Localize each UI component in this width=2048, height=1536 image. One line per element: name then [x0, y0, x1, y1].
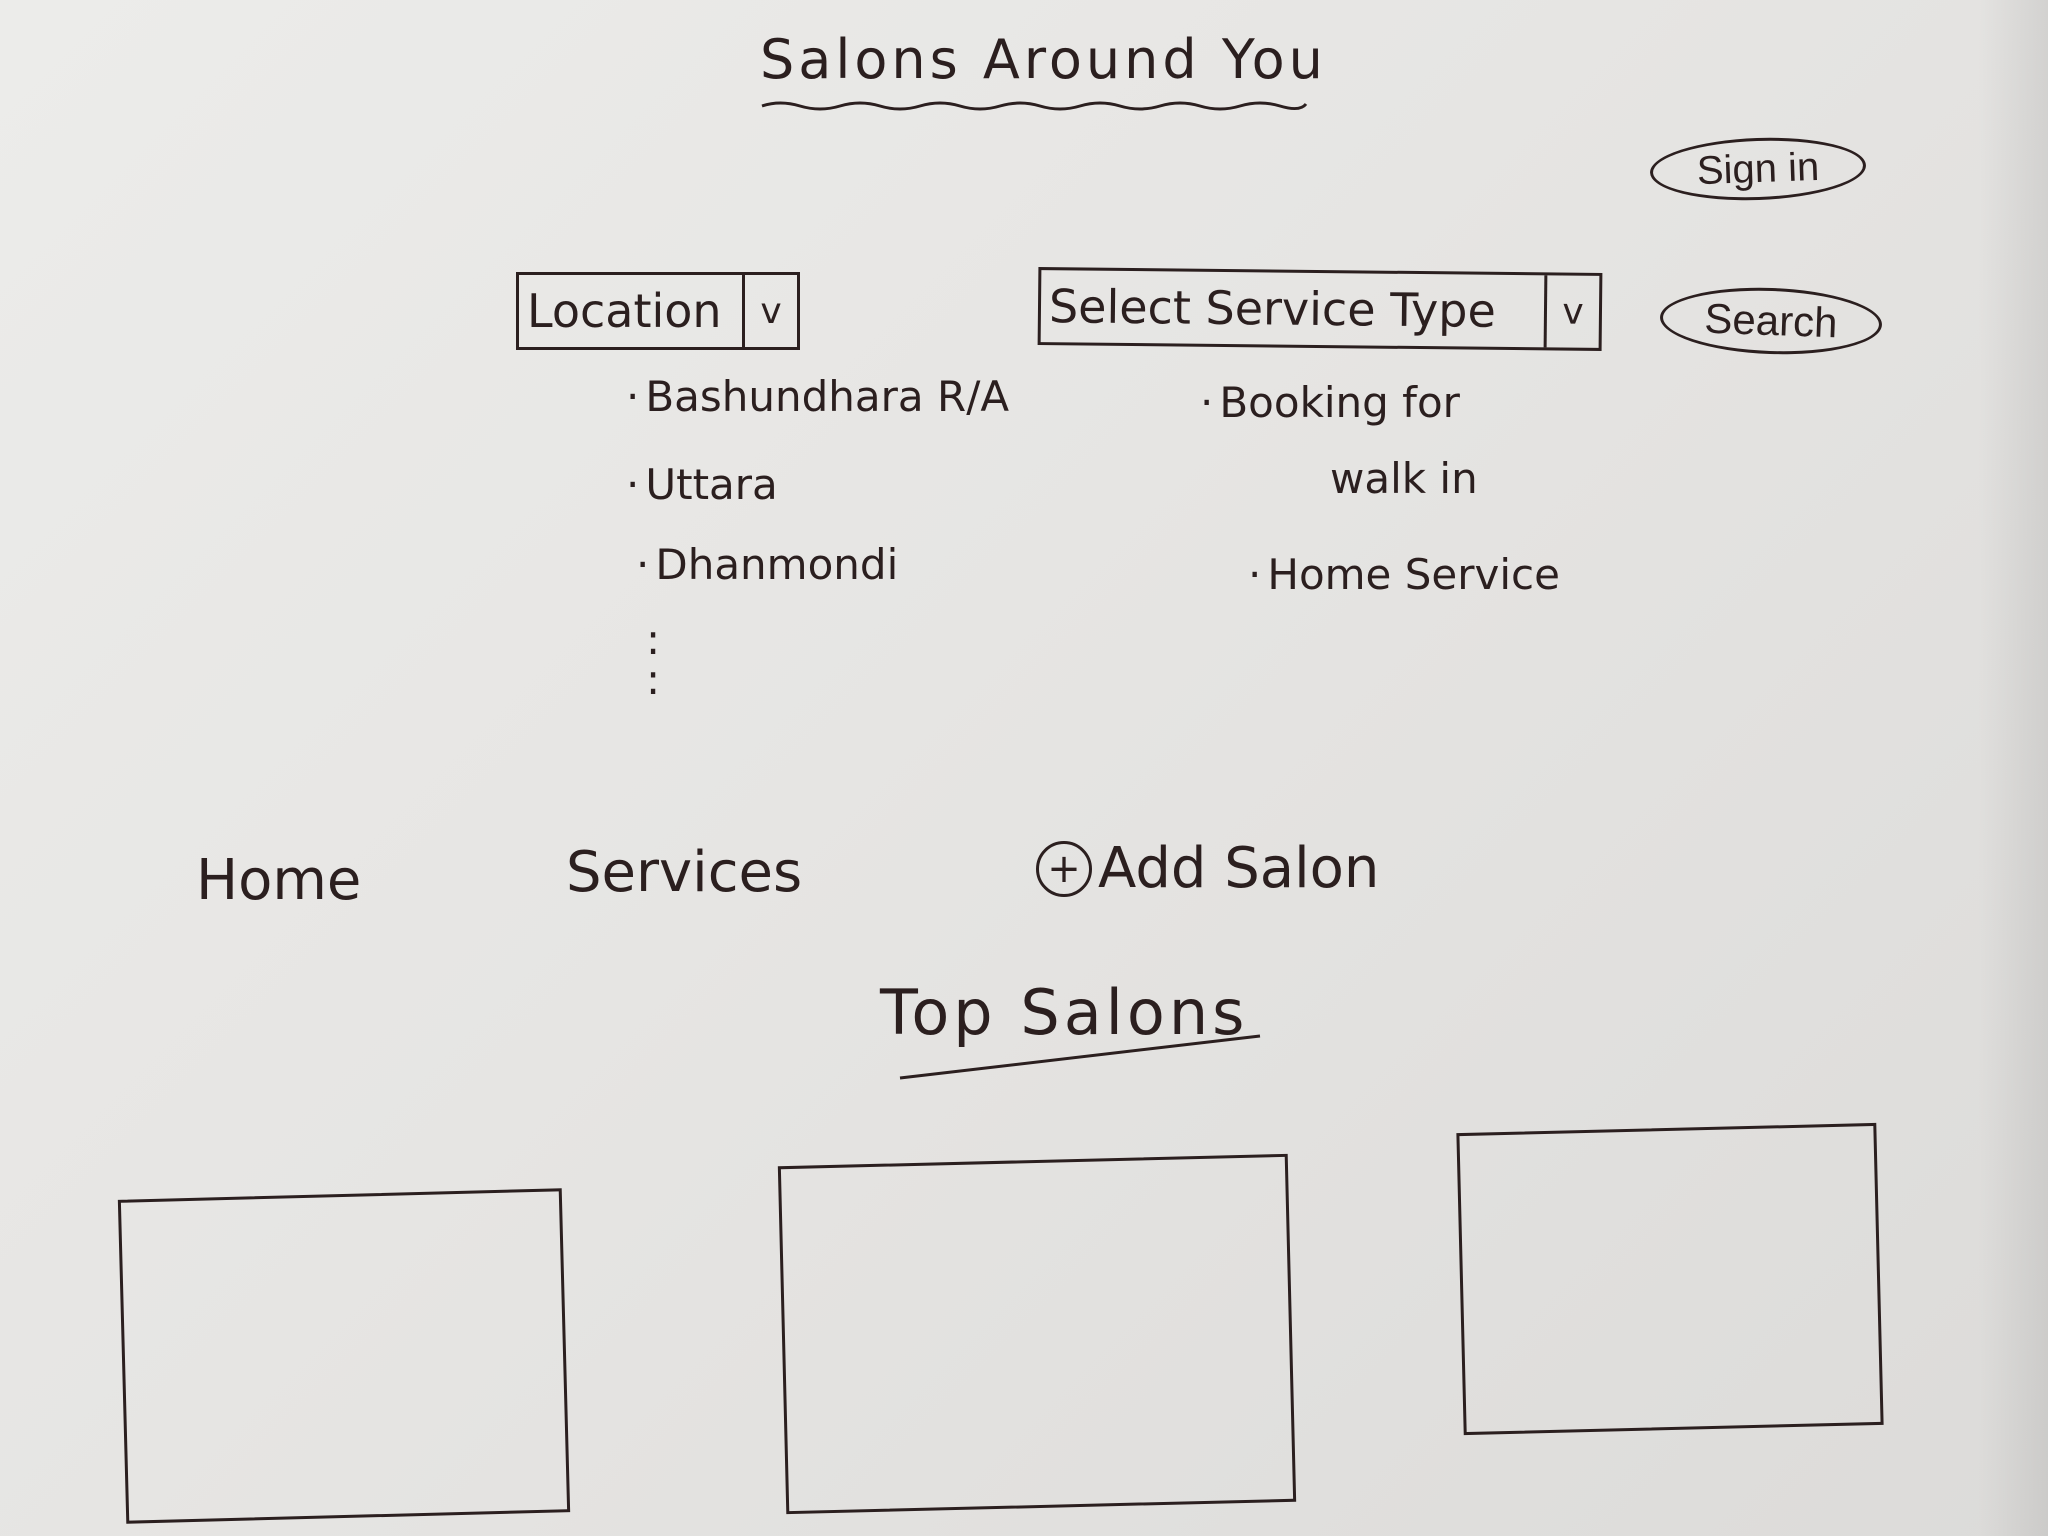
nav-add-salon[interactable]: + Add Salon — [1036, 836, 1379, 901]
location-option-uttara[interactable]: · Uttara — [626, 460, 778, 509]
service-type-dropdown-label: Select Service Type — [1048, 279, 1497, 338]
service-option-label: Home Service — [1267, 550, 1560, 599]
title-underline — [761, 101, 1308, 111]
nav-services[interactable]: Services — [566, 840, 802, 905]
chevron-down-icon[interactable]: v — [742, 275, 797, 347]
sketch-page: Salons Around You Sign in Location v Sel… — [0, 0, 2048, 1536]
chevron-down-icon[interactable]: v — [1543, 275, 1600, 348]
salon-card[interactable] — [777, 1153, 1297, 1515]
location-option-bashundhara[interactable]: · Bashundhara R/A — [626, 372, 1009, 421]
location-option-label: Bashundhara R/A — [645, 372, 1010, 421]
bullet-icon: · — [1200, 378, 1214, 427]
sign-in-button[interactable]: Sign in — [1648, 134, 1868, 204]
nav-home[interactable]: Home — [196, 848, 361, 913]
bullet-icon: · — [636, 540, 650, 589]
service-option-walk-in-continued: walk in — [1330, 454, 1478, 503]
service-type-dropdown[interactable]: Select Service Type v — [1037, 267, 1603, 351]
location-option-dhanmondi[interactable]: · Dhanmondi — [636, 540, 898, 589]
bullet-icon: · — [1248, 550, 1262, 599]
location-option-label: Dhanmondi — [655, 540, 899, 589]
service-option-label: Booking for — [1219, 378, 1460, 427]
page-title: Salons Around You — [760, 28, 1327, 91]
location-dropdown[interactable]: Location v — [516, 272, 800, 350]
service-option-walk-in[interactable]: · Booking for — [1200, 378, 1460, 427]
nav-add-salon-label: Add Salon — [1098, 836, 1380, 901]
paper-shadow — [1978, 0, 2048, 1536]
search-button[interactable]: Search — [1658, 284, 1884, 358]
plus-circle-icon: + — [1036, 840, 1092, 897]
location-dropdown-label: Location — [527, 284, 722, 338]
location-option-label: Uttara — [645, 460, 778, 509]
salon-card[interactable] — [1456, 1122, 1884, 1436]
section-underline — [899, 1034, 1261, 1080]
more-options-indicator: : : — [646, 615, 661, 704]
bullet-icon: · — [626, 460, 640, 509]
salon-card[interactable] — [117, 1188, 571, 1524]
bullet-icon: · — [626, 372, 640, 421]
service-option-home-service[interactable]: · Home Service — [1248, 550, 1560, 599]
